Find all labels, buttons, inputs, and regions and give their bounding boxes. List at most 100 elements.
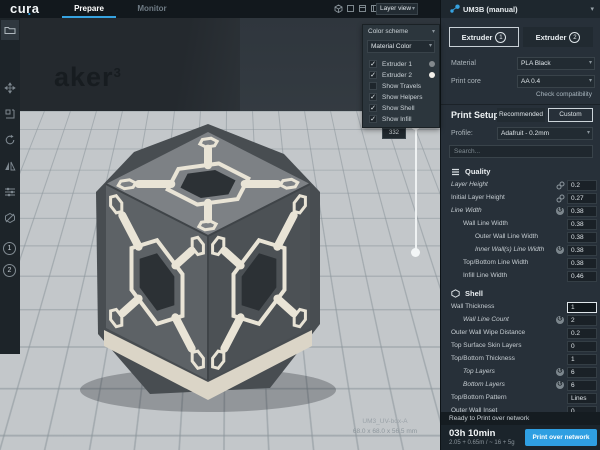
scale-tool-icon[interactable] <box>4 108 16 120</box>
revert-icon[interactable]: ↺ <box>556 316 564 324</box>
check-compatibility-link[interactable]: Check compatibility <box>536 91 592 98</box>
material-usage-estimate: 2.05 + 0.65m / ~ 16 + 5g <box>449 440 515 446</box>
revert-icon[interactable]: ↺ <box>556 207 564 215</box>
revert-icon[interactable]: ↺ <box>556 381 564 389</box>
open-file-button[interactable] <box>1 20 19 40</box>
select-extruder-2-button[interactable]: 2 <box>3 264 16 277</box>
color-scheme-label: Color scheme <box>368 28 408 35</box>
setting-value[interactable]: 0.38 <box>567 206 597 217</box>
support-blocker-icon[interactable] <box>4 212 16 224</box>
printer-name: UM3B (manual) <box>463 5 518 14</box>
view-mode-dropdown[interactable]: Layer view▾ <box>376 3 418 15</box>
setting-value[interactable]: 0.38 <box>567 219 597 230</box>
setting-top-surface-skin-layers[interactable]: Top Surface Skin Layers 0 <box>441 340 600 353</box>
print-time-estimate: 03h 10min <box>449 428 495 439</box>
setting-value[interactable]: 0.2 <box>567 328 597 339</box>
extruder-2-color-swatch <box>429 72 435 78</box>
profile-dropdown[interactable]: Adafruit - 0.2mm▾ <box>497 127 593 140</box>
setting-value[interactable]: 0 <box>567 341 597 352</box>
setting-outer-wall-inset[interactable]: Outer Wall Inset 0 <box>441 405 600 412</box>
setting-value[interactable]: 0.38 <box>567 258 597 269</box>
per-model-settings-icon[interactable] <box>4 186 16 198</box>
move-tool-icon[interactable] <box>4 82 16 94</box>
color-scheme-dropdown[interactable]: Material Color▾ <box>367 40 435 53</box>
setting-inner-walls-line-width[interactable]: Inner Wall(s) Line Width ↺ 0.38 <box>441 244 600 257</box>
setting-outer-wall-line-width[interactable]: Outer Wall Line Width 0.38 <box>441 231 600 244</box>
chevron-down-icon: ▾ <box>412 4 415 14</box>
layer-slider-track[interactable] <box>415 126 417 252</box>
setting-initial-layer-height[interactable]: Initial Layer Height 0.27 <box>441 192 600 205</box>
checkbox-checked[interactable]: ✓ <box>369 60 377 68</box>
checkbox-checked[interactable]: ✓ <box>369 104 377 112</box>
camera-view-front-icon[interactable] <box>346 4 355 13</box>
setting-top-bottom-thickness[interactable]: Top/Bottom Thickness 1 <box>441 353 600 366</box>
settings-search-input[interactable] <box>449 145 593 158</box>
chevron-down-icon[interactable]: ▾ <box>432 28 435 35</box>
checkbox-checked[interactable]: ✓ <box>369 115 377 123</box>
layer-slider-bottom-handle[interactable] <box>411 248 420 257</box>
checkbox-unchecked[interactable] <box>369 82 377 90</box>
material-dropdown[interactable]: PLA Black▾ <box>517 57 595 70</box>
setting-value[interactable]: 0.46 <box>567 271 597 282</box>
setting-wall-thickness[interactable]: Wall Thickness 1 <box>441 301 600 314</box>
mirror-tool-icon[interactable] <box>4 160 16 172</box>
print-over-network-button[interactable]: Print over network <box>525 429 597 446</box>
shell-icon <box>451 289 460 298</box>
tab-monitor[interactable]: Monitor <box>126 0 178 18</box>
option-extruder-1[interactable]: ✓ Extruder 1 <box>363 59 441 70</box>
setting-top-bottom-line-width[interactable]: Top/Bottom Line Width 0.38 <box>441 257 600 270</box>
setting-wall-line-width[interactable]: Wall Line Width 0.38 <box>441 218 600 231</box>
revert-icon[interactable]: ↺ <box>556 368 564 376</box>
open-folder-icon <box>4 25 16 35</box>
chevron-down-icon: ▾ <box>589 76 592 87</box>
rotate-tool-icon[interactable] <box>4 134 16 146</box>
setting-value[interactable]: 0.27 <box>567 193 597 204</box>
setting-value-dropdown[interactable]: Lines <box>567 393 597 404</box>
setting-value[interactable]: 0.2 <box>567 180 597 191</box>
link-icon <box>556 181 565 190</box>
setting-value[interactable]: 0.38 <box>567 245 597 256</box>
setting-layer-height[interactable]: Layer Height 0.2 <box>441 179 600 192</box>
custom-mode-button[interactable]: Custom <box>548 108 593 122</box>
setting-value-focused[interactable]: 1 <box>567 302 597 313</box>
printer-selector[interactable]: UM3B (manual) ▾ <box>440 0 600 18</box>
setting-value[interactable]: 6 <box>567 367 597 378</box>
print-core-dropdown[interactable]: AA 0.4▾ <box>517 75 595 88</box>
category-shell[interactable]: Shell <box>441 286 600 301</box>
extruder-1-tab[interactable]: Extruder 1 <box>449 27 519 47</box>
setting-top-layers[interactable]: Top Layers ↺ 6 <box>441 366 600 379</box>
option-show-helpers[interactable]: ✓ Show Helpers <box>363 92 441 103</box>
setting-value[interactable]: 0.38 <box>567 232 597 243</box>
option-show-infill[interactable]: ✓ Show Infill <box>363 114 441 125</box>
option-extruder-2[interactable]: ✓ Extruder 2 <box>363 70 441 81</box>
option-show-travels[interactable]: Show Travels <box>363 81 441 92</box>
chevron-down-icon: ▾ <box>587 128 590 139</box>
tab-prepare[interactable]: Prepare <box>62 0 116 18</box>
layer-view-options-panel: Color scheme ▾ Material Color▾ ✓ Extrude… <box>362 24 440 128</box>
setting-line-width[interactable]: Line Width ↺ 0.38 <box>441 205 600 218</box>
setting-value[interactable]: 2 <box>567 315 597 326</box>
setting-value[interactable]: 1 <box>567 354 597 365</box>
chevron-down-icon: ▾ <box>429 41 432 52</box>
setting-top-bottom-pattern[interactable]: Top/Bottom Pattern Lines <box>441 392 600 405</box>
setting-bottom-layers[interactable]: Bottom Layers ↺ 6 <box>441 379 600 392</box>
select-extruder-1-button[interactable]: 1 <box>3 242 16 255</box>
quality-icon <box>451 167 460 176</box>
setting-outer-wall-wipe-distance[interactable]: Outer Wall Wipe Distance 0.2 <box>441 327 600 340</box>
recommended-mode-button[interactable]: Recommended <box>497 108 545 122</box>
camera-view-top-icon[interactable] <box>358 4 367 13</box>
extruder-2-number: 2 <box>569 32 580 43</box>
print-status-text: Ready to Print over network <box>441 412 600 425</box>
model-3d[interactable] <box>58 122 358 422</box>
print-job-footer: 03h 10min 2.05 + 0.65m / ~ 16 + 5g Print… <box>441 425 600 450</box>
checkbox-checked[interactable]: ✓ <box>369 93 377 101</box>
revert-icon[interactable]: ↺ <box>556 246 564 254</box>
setting-infill-line-width[interactable]: Infill Line Width 0.46 <box>441 270 600 283</box>
setting-value[interactable]: 6 <box>567 380 597 391</box>
setting-wall-line-count[interactable]: Wall Line Count ↺ 2 <box>441 314 600 327</box>
option-show-shell[interactable]: ✓ Show Shell <box>363 103 441 114</box>
camera-view-3d-icon[interactable] <box>334 4 343 13</box>
category-quality[interactable]: Quality <box>441 164 600 179</box>
extruder-2-tab[interactable]: Extruder 2 <box>523 27 593 47</box>
checkbox-checked[interactable]: ✓ <box>369 71 377 79</box>
